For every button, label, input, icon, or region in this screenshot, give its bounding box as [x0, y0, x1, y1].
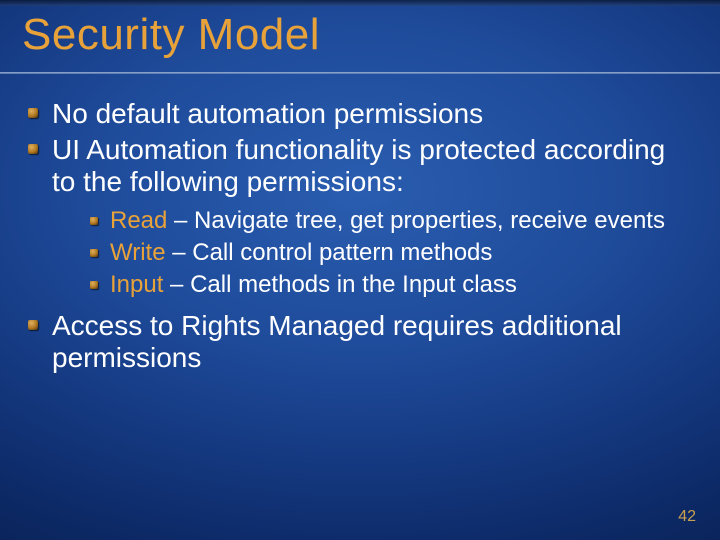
slide: Security Model No default automation per… [0, 0, 720, 540]
title-underline [0, 72, 720, 74]
permission-label: Input [110, 271, 163, 298]
bullet-item: Access to Rights Managed requires additi… [22, 310, 690, 374]
bullet-list: No default automation permissions UI Aut… [22, 98, 690, 374]
slide-title: Security Model [22, 10, 320, 60]
permission-label: Write [110, 239, 166, 266]
page-number: 42 [678, 508, 696, 526]
top-accent-bar [0, 0, 720, 6]
bullet-item: UI Automation functionality is protected… [22, 134, 690, 299]
bullet-item: No default automation permissions [22, 98, 690, 130]
bullet-text: No default automation permissions [52, 98, 483, 129]
permission-desc: – Call methods in the Input class [163, 271, 517, 298]
bullet-text: UI Automation functionality is protected… [52, 134, 665, 197]
sub-bullet-item: Input – Call methods in the Input class [86, 271, 690, 299]
bullet-text: Access to Rights Managed requires additi… [52, 310, 622, 373]
permission-desc: – Call control pattern methods [166, 239, 493, 266]
permission-desc: – Navigate tree, get properties, receive… [167, 207, 665, 234]
sub-bullet-item: Write – Call control pattern methods [86, 239, 690, 267]
sub-bullet-item: Read – Navigate tree, get properties, re… [86, 207, 690, 235]
permission-label: Read [110, 207, 167, 234]
sub-bullet-list: Read – Navigate tree, get properties, re… [52, 207, 690, 300]
content-area: No default automation permissions UI Aut… [22, 98, 690, 378]
